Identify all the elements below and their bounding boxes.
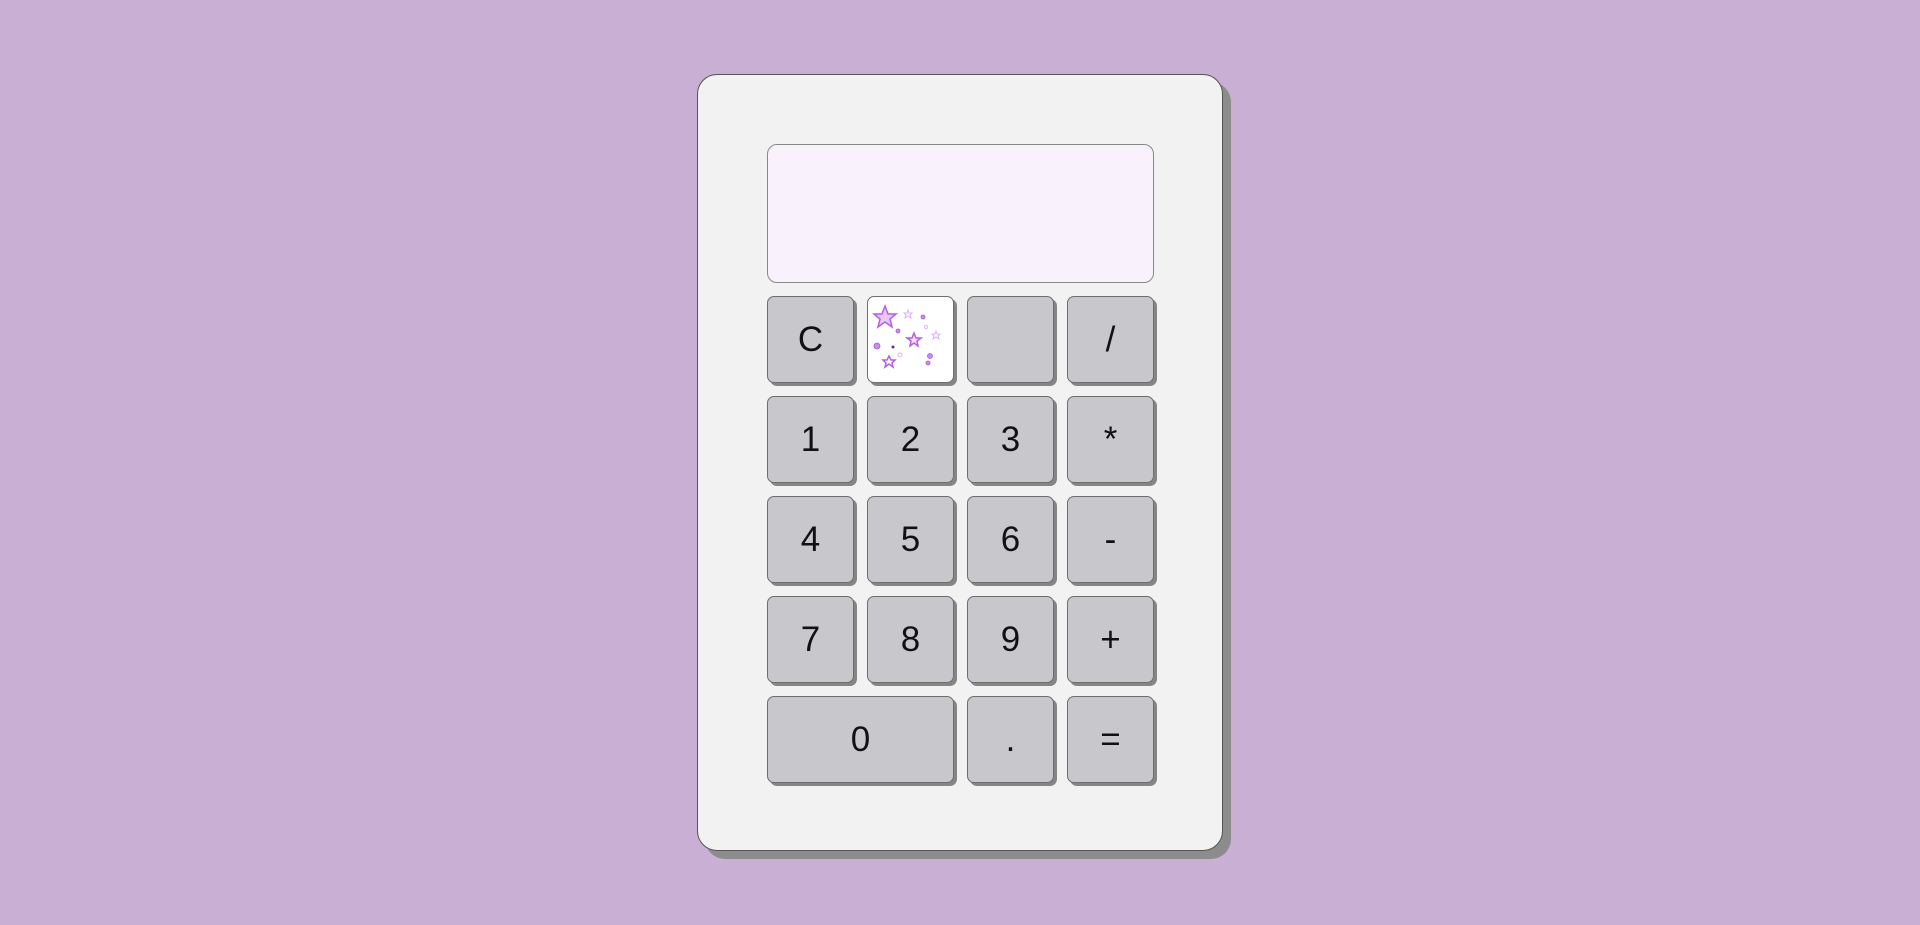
clear-button[interactable]: C: [767, 296, 854, 383]
decimal-button[interactable]: .: [967, 696, 1054, 783]
digit-7-button[interactable]: 7: [767, 596, 854, 683]
digit-9-button[interactable]: 9: [967, 596, 1054, 683]
blank-button[interactable]: [967, 296, 1054, 383]
equals-button[interactable]: =: [1067, 696, 1154, 783]
digit-1-button[interactable]: 1: [767, 396, 854, 483]
digit-0-button[interactable]: 0: [767, 696, 954, 783]
stars-icon: [871, 303, 942, 369]
multiply-button[interactable]: *: [1067, 396, 1154, 483]
divide-button[interactable]: /: [1067, 296, 1154, 383]
calculator-body: C / 1 2 3 * 4 5 6 - 7 8 9 + 0 . =: [697, 74, 1223, 851]
digit-2-button[interactable]: 2: [867, 396, 954, 483]
digit-8-button[interactable]: 8: [867, 596, 954, 683]
add-button[interactable]: +: [1067, 596, 1154, 683]
digit-4-button[interactable]: 4: [767, 496, 854, 583]
subtract-button[interactable]: -: [1067, 496, 1154, 583]
digit-3-button[interactable]: 3: [967, 396, 1054, 483]
stars-button[interactable]: [867, 296, 954, 383]
digit-6-button[interactable]: 6: [967, 496, 1054, 583]
calculator-display: [767, 144, 1154, 283]
digit-5-button[interactable]: 5: [867, 496, 954, 583]
